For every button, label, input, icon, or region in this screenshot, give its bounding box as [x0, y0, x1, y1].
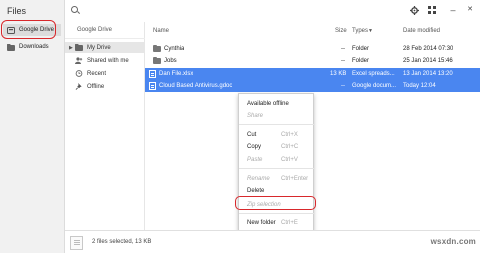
menu-separator [239, 124, 315, 125]
minimize-button[interactable]: – [448, 5, 458, 15]
tree-item-offline[interactable]: Offline [65, 81, 144, 92]
file-size: -- [341, 46, 345, 52]
file-name: Cloud Based Antivirus.gdoc [159, 83, 233, 89]
chevron-right-icon[interactable]: ▶ [69, 45, 74, 51]
file-size: -- [341, 58, 345, 64]
tree-header: Google Drive [65, 22, 145, 39]
file-row-cloud-based-antivirus[interactable]: Cloud Based Antivirus.gdoc -- Google doc… [145, 80, 480, 92]
column-header-size[interactable]: Size [335, 22, 347, 39]
file-name: Jobs [164, 58, 177, 64]
close-button[interactable]: ✕ [465, 5, 475, 15]
tree-item-shared-with-me[interactable]: Shared with me [65, 55, 144, 66]
tree-item-my-drive[interactable]: ▶ My Drive [65, 42, 144, 53]
gear-icon[interactable] [409, 5, 419, 15]
root-downloads[interactable]: Downloads [3, 41, 61, 53]
file-date: 28 Feb 2014 07:30 [403, 46, 454, 52]
folder-icon [153, 56, 161, 64]
file-date: 13 Jan 2014 13:20 [403, 71, 453, 77]
files-app-window: Files Google Drive Downloads – ✕ Google … [0, 0, 480, 253]
file-thumbnail-icon [70, 236, 83, 250]
menu-item-paste[interactable]: Paste Ctrl+V [239, 154, 315, 165]
menu-item-cut[interactable]: Cut Ctrl+X [239, 129, 315, 140]
watermark: wsxdn.com [430, 237, 476, 246]
file-date: Today 12:04 [403, 83, 436, 89]
file-name: Dan File.xlsx [159, 71, 194, 77]
people-icon [75, 57, 83, 64]
spreadsheet-icon [149, 70, 156, 78]
file-date: 25 Jan 2014 15:46 [403, 58, 453, 64]
file-size: 13 KB [330, 71, 347, 77]
shortcut-label: Ctrl+E [281, 219, 298, 226]
sort-arrow-icon: ▼ [368, 27, 373, 34]
document-icon [149, 82, 156, 90]
clock-icon [75, 70, 83, 77]
file-row-dan-file[interactable]: Dan File.xlsx 13 KB Excel spreads... 13 … [145, 68, 480, 80]
file-type: Excel spreads... [352, 71, 395, 77]
annotation-highlight-google-drive [1, 20, 56, 39]
menu-item-rename[interactable]: Rename Ctrl+Enter [239, 173, 315, 184]
tree-item-label: Shared with me [87, 57, 129, 64]
file-row-jobs[interactable]: Jobs -- Folder 25 Jan 2014 15:46 [145, 55, 480, 67]
top-toolbar: – ✕ [65, 0, 480, 22]
column-header-date[interactable]: Date modified [403, 22, 440, 39]
shortcut-label: Ctrl+X [281, 131, 298, 138]
tree-item-label: Offline [87, 83, 105, 90]
annotation-highlight-zip-selection [235, 196, 316, 210]
menu-separator [239, 213, 315, 214]
column-header-name[interactable]: Name [153, 22, 169, 39]
grid-view-icon[interactable] [427, 5, 437, 15]
tree-item-label: Recent [87, 70, 107, 77]
status-bar: 2 files selected, 13 KB wsxdn.com [65, 230, 480, 253]
directory-tree: Google Drive ▶ My Drive Shared with me R… [65, 22, 145, 230]
menu-item-copy[interactable]: Copy Ctrl+C [239, 141, 315, 152]
tree-item-label: My Drive [87, 44, 111, 51]
menu-separator [239, 168, 315, 169]
shortcut-label: Ctrl+V [281, 156, 298, 163]
column-header-type[interactable]: Types [352, 22, 368, 39]
file-row-cynthia[interactable]: Cynthia -- Folder 28 Feb 2014 07:30 [145, 43, 480, 55]
menu-item-delete[interactable]: Delete [239, 185, 315, 196]
file-type: Folder [352, 46, 370, 52]
menu-item-available-offline[interactable]: Available offline [239, 98, 315, 109]
file-name: Cynthia [164, 46, 185, 52]
root-label: Downloads [19, 44, 49, 50]
tree-item-recent[interactable]: Recent [65, 68, 144, 79]
shortcut-label: Ctrl+Enter [281, 175, 309, 182]
pin-icon [75, 83, 83, 90]
downloads-folder-icon [7, 43, 15, 51]
menu-item-share[interactable]: Share [239, 110, 315, 121]
roots-sidebar: Files Google Drive Downloads [0, 0, 65, 253]
file-type: Google docum... [352, 83, 397, 89]
folder-icon [153, 44, 161, 52]
menu-item-new-folder[interactable]: New folder Ctrl+E [239, 217, 315, 228]
search-icon[interactable] [71, 6, 78, 13]
file-size: -- [341, 83, 345, 89]
app-title: Files [7, 6, 27, 16]
file-type: Folder [352, 58, 370, 64]
selection-status: 2 files selected, 13 KB [92, 239, 152, 245]
shortcut-label: Ctrl+C [281, 143, 299, 150]
context-menu: Available offline Share Cut Ctrl+X Copy Ct… [238, 93, 315, 231]
drive-icon [75, 44, 83, 51]
